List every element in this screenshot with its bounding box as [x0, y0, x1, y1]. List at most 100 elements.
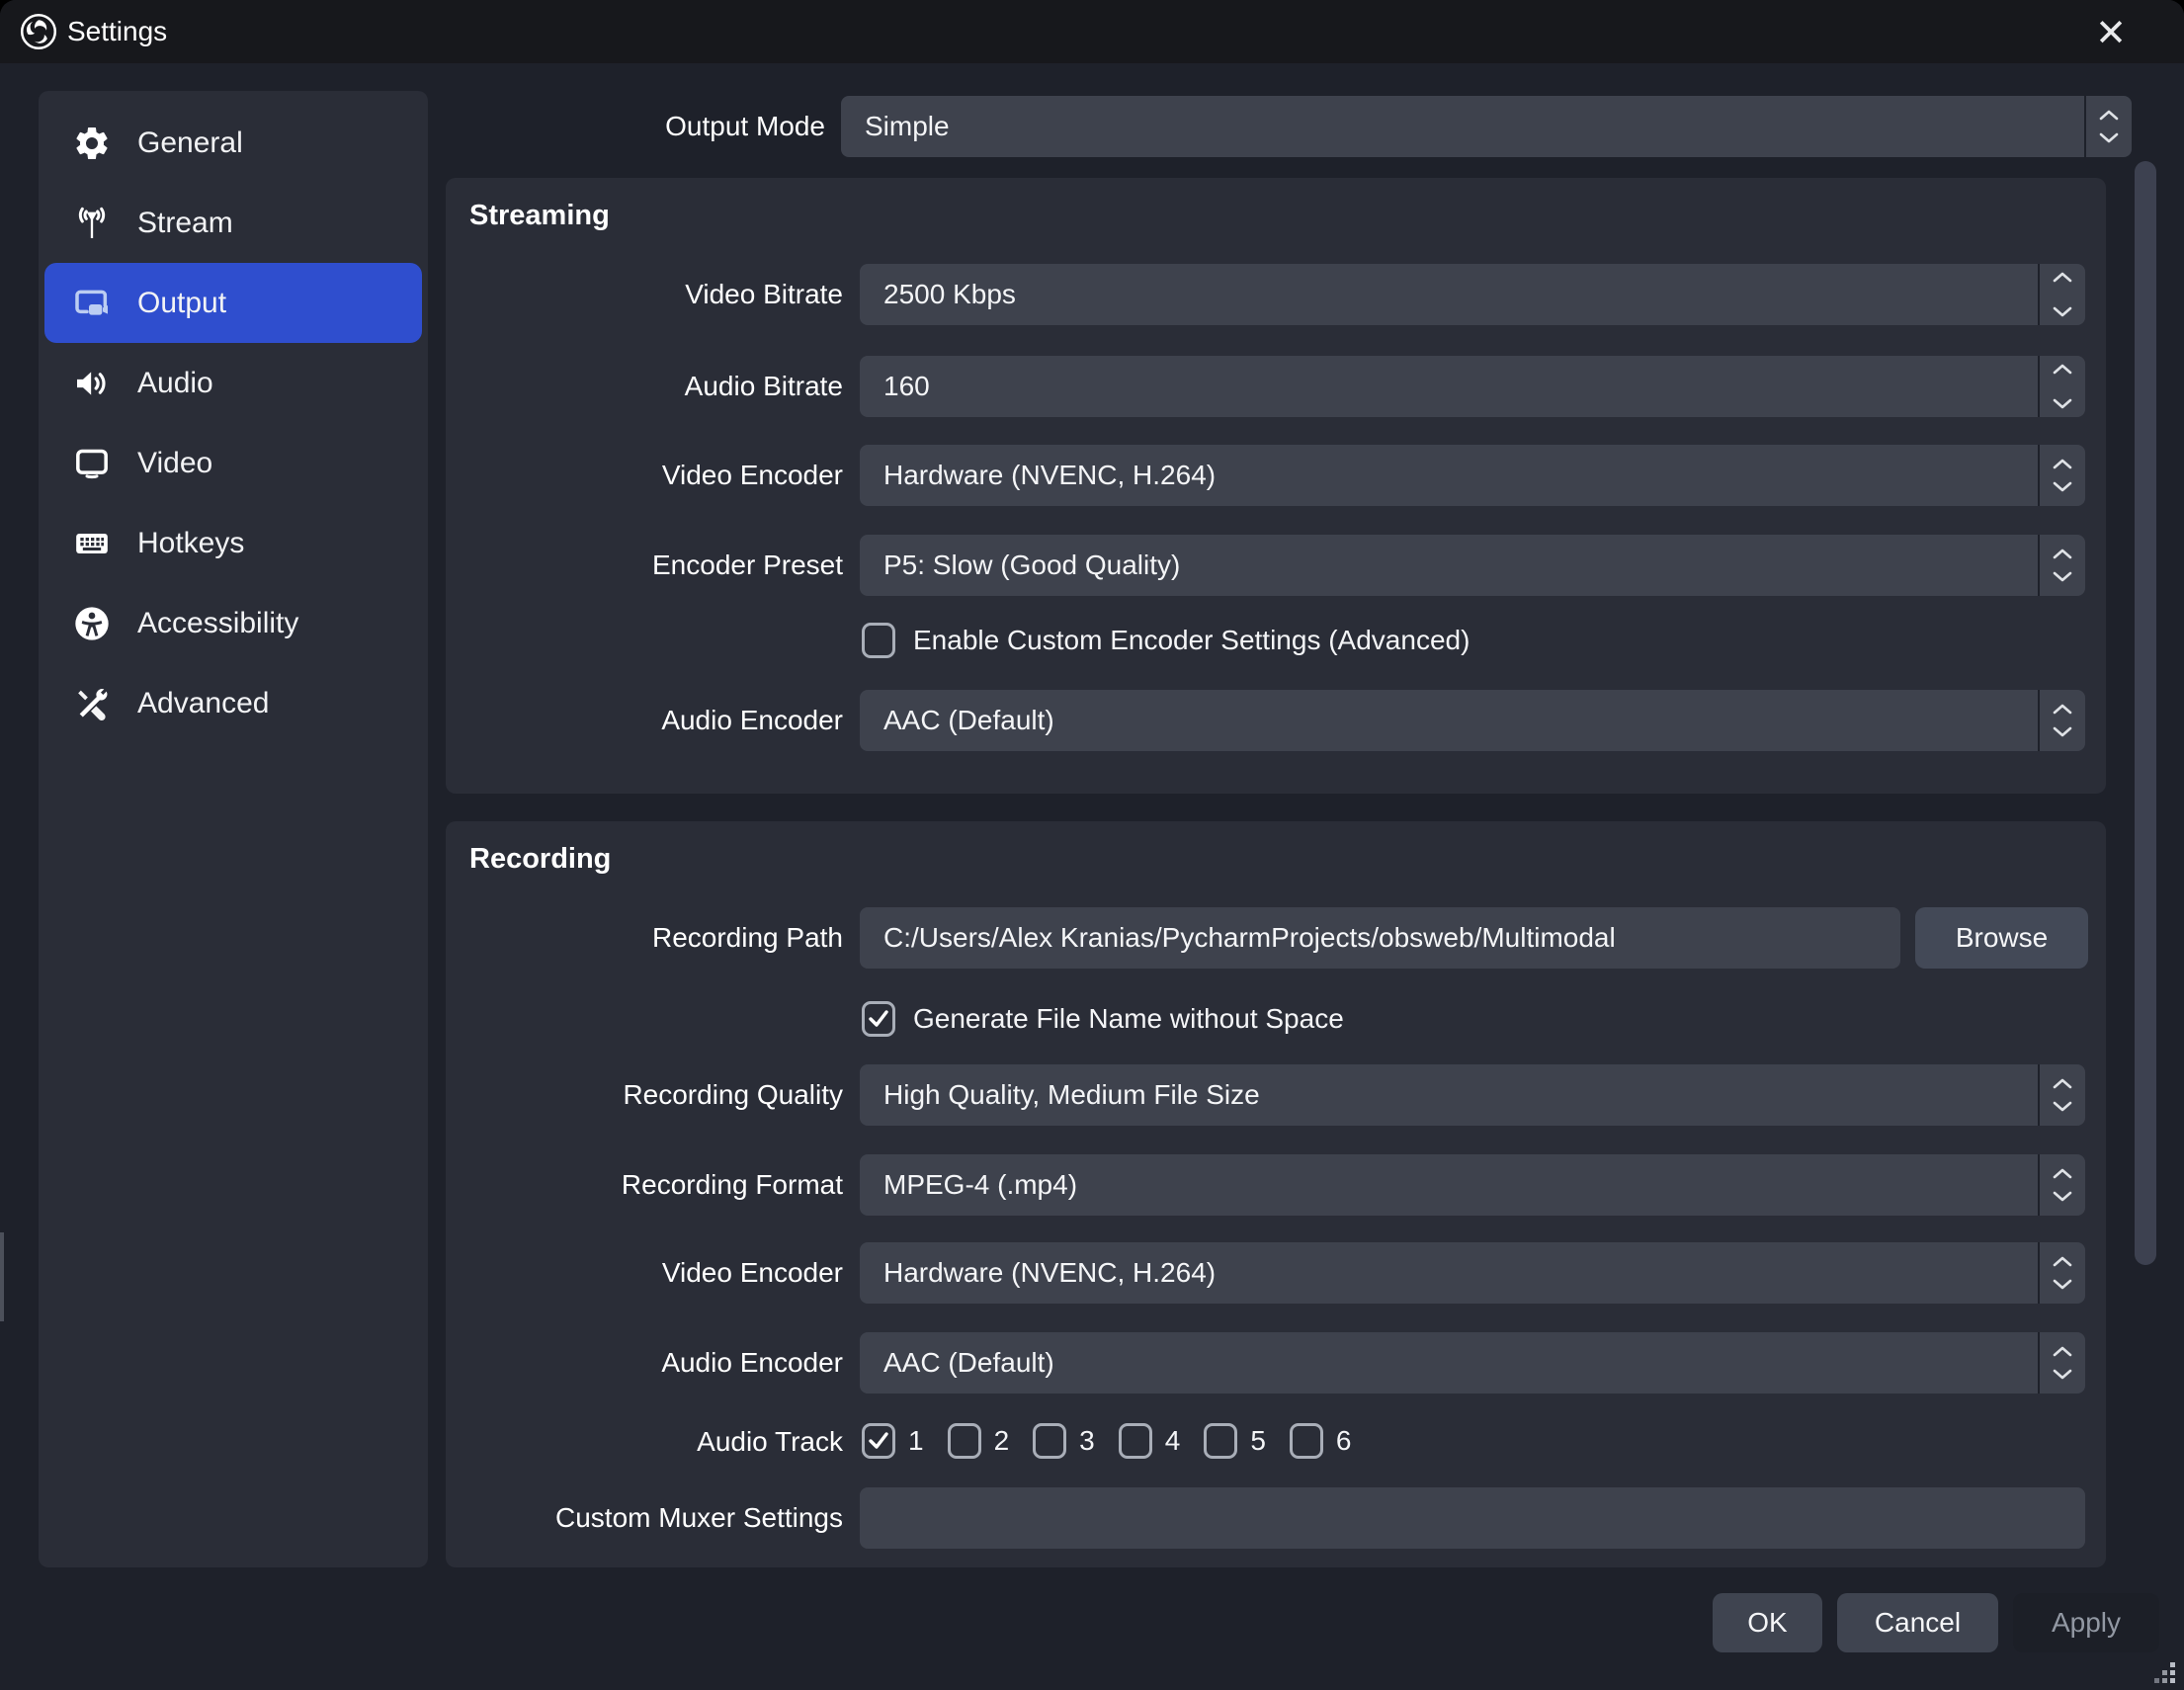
background-window-sliver: [0, 1232, 4, 1321]
checkbox-icon[interactable]: [1119, 1423, 1152, 1459]
chevron-up-down-icon: [2038, 445, 2085, 506]
recording-quality-value: High Quality, Medium File Size: [883, 1079, 2085, 1111]
sidebar-item-label: Audio: [137, 367, 213, 400]
audio-track-1[interactable]: 1: [862, 1423, 924, 1459]
audio-track-3[interactable]: 3: [1033, 1423, 1095, 1459]
audio-track-2[interactable]: 2: [948, 1423, 1010, 1459]
audio-track-label: Audio Track: [446, 1423, 843, 1461]
rec-audio-encoder-label: Audio Encoder: [446, 1332, 843, 1394]
screen-record-icon: [70, 282, 114, 325]
close-icon[interactable]: ✕: [2089, 14, 2133, 53]
audio-track-number: 5: [1250, 1425, 1266, 1457]
video-bitrate-spinner[interactable]: 2500 Kbps: [860, 264, 2085, 325]
encoder-preset-select[interactable]: P5: Slow (Good Quality): [860, 535, 2085, 596]
recording-format-value: MPEG-4 (.mp4): [883, 1169, 2085, 1201]
video-bitrate-label: Video Bitrate: [446, 264, 843, 325]
sidebar-item-label: Output: [137, 287, 226, 320]
output-mode-label: Output Mode: [428, 96, 825, 157]
audio-track-row: 1 2 3 4 5 6: [862, 1423, 1375, 1459]
stream-video-encoder-select[interactable]: Hardware (NVENC, H.264): [860, 445, 2085, 506]
speaker-icon: [70, 362, 114, 405]
audio-track-number: 3: [1079, 1425, 1095, 1457]
rec-audio-encoder-value: AAC (Default): [883, 1347, 2085, 1379]
checkbox-icon[interactable]: [862, 1423, 895, 1459]
audio-bitrate-spinner[interactable]: 160: [860, 356, 2085, 417]
generate-filename-checkbox-row[interactable]: Generate File Name without Space: [862, 1001, 1344, 1037]
recording-path-input[interactable]: C:/Users/Alex Kranias/PycharmProjects/ob…: [860, 907, 1900, 969]
title-bar: Settings ✕: [0, 0, 2184, 63]
checkbox-icon[interactable]: [1204, 1423, 1237, 1459]
sidebar-item-output[interactable]: Output: [44, 263, 422, 343]
sidebar-item-label: Hotkeys: [137, 527, 244, 560]
sidebar-item-stream[interactable]: Stream: [44, 183, 422, 263]
checkbox-icon[interactable]: [948, 1423, 981, 1459]
spinner-arrows-icon: [2038, 264, 2085, 325]
audio-track-number: 1: [908, 1425, 924, 1457]
recording-format-label: Recording Format: [446, 1154, 843, 1216]
checkbox-icon[interactable]: [862, 623, 895, 658]
encoder-preset-label: Encoder Preset: [446, 535, 843, 596]
sidebar-item-label: Accessibility: [137, 607, 298, 640]
ok-button[interactable]: OK: [1713, 1593, 1822, 1652]
stream-video-encoder-label: Video Encoder: [446, 445, 843, 506]
stream-audio-encoder-select[interactable]: AAC (Default): [860, 690, 2085, 751]
checkbox-icon[interactable]: [1290, 1423, 1323, 1459]
recording-format-select[interactable]: MPEG-4 (.mp4): [860, 1154, 2085, 1216]
window-title: Settings: [67, 16, 167, 47]
sidebar-item-audio[interactable]: Audio: [44, 343, 422, 423]
output-mode-select[interactable]: Simple: [841, 96, 2132, 157]
sidebar-item-video[interactable]: Video: [44, 423, 422, 503]
keyboard-icon: [70, 522, 114, 565]
sidebar-item-general[interactable]: General: [44, 103, 422, 183]
sidebar-item-advanced[interactable]: Advanced: [44, 663, 422, 743]
recording-quality-select[interactable]: High Quality, Medium File Size: [860, 1064, 2085, 1126]
custom-muxer-input[interactable]: [860, 1487, 2085, 1549]
settings-window: Settings ✕ General Stream Output Audio V…: [0, 0, 2184, 1690]
recording-quality-label: Recording Quality: [446, 1064, 843, 1126]
accessibility-icon: [70, 602, 114, 645]
stream-audio-encoder-value: AAC (Default): [883, 705, 2085, 736]
spinner-arrows-icon: [2038, 356, 2085, 417]
chevron-up-down-icon: [2038, 1154, 2085, 1216]
chevron-up-down-icon: [2038, 535, 2085, 596]
streaming-panel: Streaming Video Bitrate 2500 Kbps Audio …: [446, 178, 2106, 794]
audio-track-number: 6: [1336, 1425, 1352, 1457]
chevron-up-down-icon: [2038, 1332, 2085, 1394]
recording-panel: Recording Recording Path C:/Users/Alex K…: [446, 821, 2106, 1567]
apply-button[interactable]: Apply: [2013, 1593, 2159, 1652]
rec-video-encoder-value: Hardware (NVENC, H.264): [883, 1257, 2085, 1289]
vertical-scrollbar-thumb[interactable]: [2135, 161, 2156, 1265]
sidebar-item-label: Advanced: [137, 687, 269, 720]
browse-button[interactable]: Browse: [1915, 907, 2088, 969]
cancel-button[interactable]: Cancel: [1837, 1593, 1998, 1652]
gear-icon: [70, 122, 114, 165]
chevron-up-down-icon: [2038, 690, 2085, 751]
sidebar-item-accessibility[interactable]: Accessibility: [44, 583, 422, 663]
encoder-preset-value: P5: Slow (Good Quality): [883, 549, 2085, 581]
checkbox-icon[interactable]: [1033, 1423, 1066, 1459]
sidebar: General Stream Output Audio Video Hotkey…: [39, 91, 428, 1567]
custom-encoder-settings-checkbox-row[interactable]: Enable Custom Encoder Settings (Advanced…: [862, 623, 1470, 658]
rec-audio-encoder-select[interactable]: AAC (Default): [860, 1332, 2085, 1394]
resize-grip-icon[interactable]: [2152, 1660, 2178, 1686]
custom-muxer-label: Custom Muxer Settings: [446, 1487, 843, 1549]
stream-video-encoder-value: Hardware (NVENC, H.264): [883, 460, 2085, 491]
recording-title: Recording: [469, 843, 611, 876]
audio-track-number: 4: [1165, 1425, 1181, 1457]
tools-icon: [70, 682, 114, 725]
custom-encoder-settings-label: Enable Custom Encoder Settings (Advanced…: [913, 625, 1470, 656]
sidebar-item-label: Video: [137, 447, 212, 480]
generate-filename-label: Generate File Name without Space: [913, 1003, 1344, 1035]
rec-video-encoder-select[interactable]: Hardware (NVENC, H.264): [860, 1242, 2085, 1304]
streaming-title: Streaming: [469, 200, 610, 232]
audio-track-6[interactable]: 6: [1290, 1423, 1352, 1459]
stream-audio-encoder-label: Audio Encoder: [446, 690, 843, 751]
sidebar-item-hotkeys[interactable]: Hotkeys: [44, 503, 422, 583]
audio-track-4[interactable]: 4: [1119, 1423, 1181, 1459]
sidebar-item-label: Stream: [137, 207, 233, 240]
audio-track-number: 2: [994, 1425, 1010, 1457]
audio-track-5[interactable]: 5: [1204, 1423, 1266, 1459]
chevron-up-down-icon: [2038, 1242, 2085, 1304]
monitor-icon: [70, 442, 114, 485]
checkbox-icon[interactable]: [862, 1001, 895, 1037]
